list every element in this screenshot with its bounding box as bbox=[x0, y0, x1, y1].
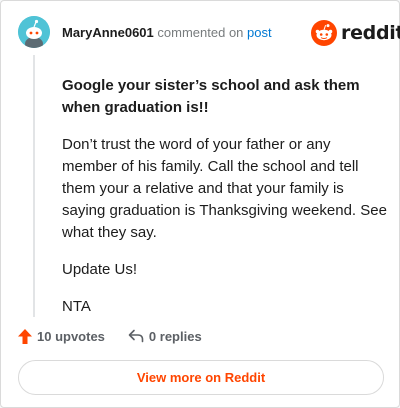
commented-on-text: commented on bbox=[157, 25, 244, 40]
comment-paragraph: Don’t trust the word of your father or a… bbox=[62, 136, 387, 241]
reply-arrow-icon bbox=[128, 329, 144, 343]
comment-body: Google your sister’s school and ask them… bbox=[62, 75, 387, 333]
comment-paragraph: Google your sister’s school and ask them… bbox=[62, 77, 360, 116]
view-more-button[interactable]: View more on Reddit bbox=[18, 360, 384, 395]
comment-paragraph: Update Us! bbox=[62, 261, 138, 278]
reddit-logo[interactable]: reddit bbox=[311, 20, 400, 46]
avatar[interactable] bbox=[18, 16, 50, 48]
replies-button[interactable]: 0 replies bbox=[128, 329, 202, 344]
upvotes-count: 10 upvotes bbox=[37, 328, 105, 344]
upvote-arrow-icon bbox=[18, 328, 32, 344]
post-link[interactable]: post bbox=[247, 25, 272, 40]
upvotes-button[interactable]: 10 upvotes bbox=[18, 328, 105, 344]
snoo-avatar-icon bbox=[18, 16, 50, 48]
thread-line bbox=[33, 55, 35, 317]
reddit-snoo-icon bbox=[311, 20, 337, 46]
comment-header: MaryAnne0601 commented on post bbox=[62, 25, 272, 41]
username-link[interactable]: MaryAnne0601 bbox=[62, 25, 154, 40]
replies-count: 0 replies bbox=[148, 328, 202, 344]
reddit-wordmark: reddit bbox=[341, 22, 400, 44]
comment-paragraph: NTA bbox=[62, 298, 91, 315]
comment-embed-card: MaryAnne0601 commented on post reddit Go… bbox=[0, 0, 400, 408]
comment-actions: 10 upvotes 0 replies bbox=[18, 327, 202, 345]
